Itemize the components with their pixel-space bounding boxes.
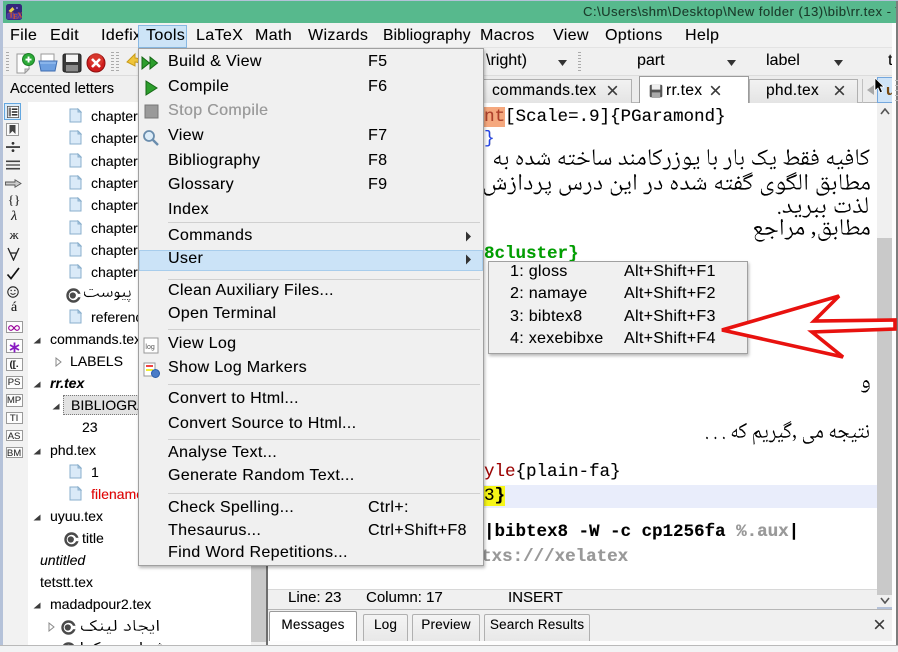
svg-text:TEX: TEX (9, 11, 22, 20)
svg-text:log: log (145, 344, 154, 351)
